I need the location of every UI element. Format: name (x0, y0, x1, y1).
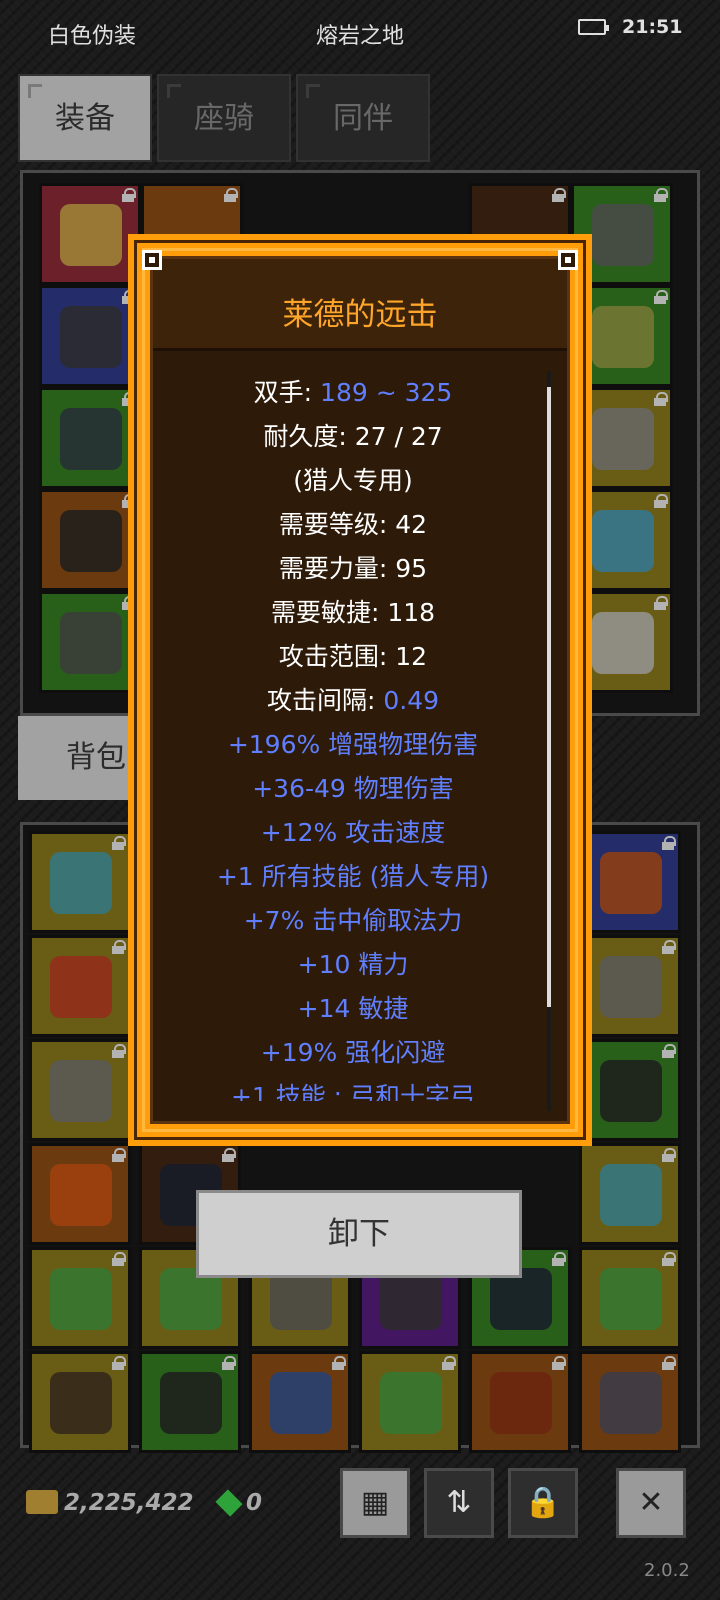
stat-line: 攻击间隔: 0.49 (266, 686, 440, 715)
version-label: 2.0.2 (644, 1560, 690, 1581)
item-title-bar: 莱德的远击 (153, 259, 567, 351)
gold-amount: 2,225,422 (64, 1490, 194, 1516)
stat-line: 双手: 189 ~ 325 (253, 378, 453, 407)
affix-line: +19% 强化闪避 (260, 1038, 446, 1067)
gem-amount: 0 (246, 1490, 263, 1516)
affix-line: +196% 增强物理伤害 (227, 730, 479, 759)
frame-corner-icon (142, 250, 162, 270)
affix-line: +12% 攻击速度 (260, 818, 446, 847)
affix-line: +1 所有技能 (猎人专用) (216, 862, 490, 891)
item-stats[interactable]: 双手: 189 ~ 325 耐久度: 27 / 27 (猎人专用) 需要等级: … (153, 371, 553, 1101)
affix-line: +36-49 物理伤害 (252, 774, 454, 803)
gold-icon (26, 1490, 58, 1514)
lock-button[interactable]: 🔒 (508, 1468, 578, 1538)
affix-line: +14 敏捷 (297, 994, 409, 1023)
close-icon: ✕ (638, 1485, 664, 1520)
affix-line: +7% 击中偷取法力 (243, 906, 463, 935)
item-tooltip-dialog: 莱德的远击 双手: 189 ~ 325 耐久度: 27 / 27 (猎人专用) … (128, 234, 592, 1146)
stat-line: (猎人专用) (293, 466, 413, 495)
stat-line: 需要等级: 42 (278, 510, 428, 539)
grid-button[interactable]: ▦ (340, 1468, 410, 1538)
stat-line: 耐久度: 27 / 27 (263, 422, 443, 451)
stat-line: 攻击范围: 12 (278, 642, 428, 671)
sort-button[interactable]: ⇅ (424, 1468, 494, 1538)
close-button[interactable]: ✕ (616, 1468, 686, 1538)
grid-icon: ▦ (360, 1485, 390, 1520)
sort-icon: ⇅ (446, 1485, 472, 1520)
unequip-button[interactable]: 卸下 (196, 1190, 522, 1278)
stat-line: 需要敏捷: 118 (270, 598, 436, 627)
stat-line: 需要力量: 95 (278, 554, 428, 583)
item-name: 莱德的远击 (282, 297, 438, 333)
lock-icon: 🔒 (524, 1485, 562, 1520)
scrollbar-thumb[interactable] (547, 387, 551, 1007)
frame-corner-icon (558, 250, 578, 270)
affix-line: +1 技能 : 弓和十字弓 (230, 1082, 476, 1101)
affix-line: +10 精力 (297, 950, 409, 979)
